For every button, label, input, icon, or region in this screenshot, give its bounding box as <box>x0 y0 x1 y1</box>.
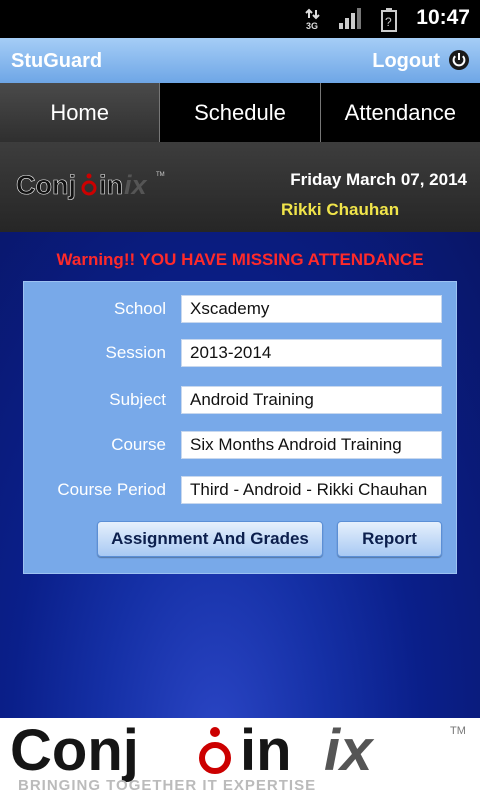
assignment-and-grades-button[interactable]: Assignment And Grades <box>97 521 323 557</box>
course-row: Course Six Months Android Training <box>24 431 458 463</box>
tab-bar: Home Schedule Attendance <box>0 83 480 142</box>
course-period-label: Course Period <box>57 480 166 499</box>
power-icon[interactable] <box>448 49 470 75</box>
session-label: Session <box>105 343 166 362</box>
course-period-field[interactable]: Third - Android - Rikki Chauhan <box>181 476 442 504</box>
info-header: Conj in ix TM Friday March 07, 2014 Rikk… <box>0 142 480 232</box>
network-type-label: 3G <box>306 21 318 30</box>
current-date: Friday March 07, 2014 <box>290 170 467 189</box>
school-label: School <box>114 299 166 318</box>
svg-text:Conj: Conj <box>16 170 76 200</box>
svg-text:in: in <box>99 170 123 200</box>
session-field[interactable]: 2013-2014 <box>181 339 442 367</box>
course-label: Course <box>111 435 166 454</box>
tab-schedule[interactable]: Schedule <box>160 83 321 142</box>
signal-icon <box>339 8 363 34</box>
status-bar: 3G ? 10:47 <box>0 0 480 38</box>
course-info-panel: School Xscademy Session 2013-2014 Subjec… <box>23 281 457 574</box>
svg-text:ix: ix <box>124 170 148 200</box>
svg-text:TM: TM <box>156 172 165 178</box>
school-row: School Xscademy <box>24 295 458 327</box>
main-content: Warning!! YOU HAVE MISSING ATTENDANCE Sc… <box>0 232 480 718</box>
subject-label: Subject <box>109 390 166 409</box>
logout-button[interactable]: Logout <box>372 50 440 73</box>
footer-logo: Conj in ix TM BRINGING TOGETHER IT EXPER… <box>10 720 466 794</box>
session-row: Session 2013-2014 <box>24 339 458 371</box>
tab-attendance[interactable]: Attendance <box>320 83 480 142</box>
subject-row: Subject Android Training <box>24 386 458 418</box>
course-period-row: Course Period Third - Android - Rikki Ch… <box>24 476 458 508</box>
attendance-warning: Warning!! YOU HAVE MISSING ATTENDANCE <box>56 250 424 269</box>
svg-text:ix: ix <box>324 720 375 783</box>
battery-unknown-icon: ? <box>381 8 397 36</box>
tab-home[interactable]: Home <box>0 83 161 142</box>
app-name: StuGuard <box>11 50 103 72</box>
report-button[interactable]: Report <box>337 521 442 557</box>
svg-text:in: in <box>240 720 292 783</box>
app-title-bar: StuGuard Logout <box>0 38 480 83</box>
svg-text:TM: TM <box>450 725 466 737</box>
footer-tagline: BRINGING TOGETHER IT EXPERTISE <box>18 777 316 794</box>
user-name: Rikki Chauhan <box>281 200 400 219</box>
subject-field[interactable]: Android Training <box>181 386 442 414</box>
school-field[interactable]: Xscademy <box>181 295 442 323</box>
svg-text:Conj: Conj <box>10 720 139 783</box>
svg-text:?: ? <box>385 15 392 29</box>
course-field[interactable]: Six Months Android Training <box>181 431 442 459</box>
footer-banner: Conj in ix TM BRINGING TOGETHER IT EXPER… <box>0 718 480 800</box>
clock: 10:47 <box>416 6 470 29</box>
conjoinix-logo: Conj in ix TM <box>16 170 165 201</box>
data-transfer-icon: 3G <box>305 8 323 34</box>
